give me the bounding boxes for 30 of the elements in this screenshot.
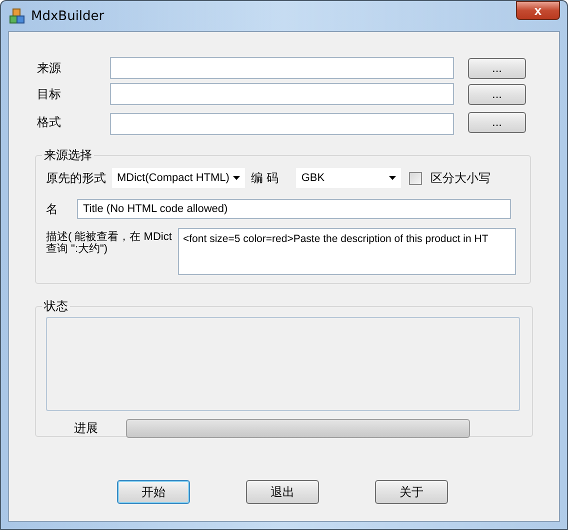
input-field[interactable] <box>110 57 454 79</box>
dialog-button[interactable]: 关于 <box>375 480 448 504</box>
browse-button[interactable]: ... <box>468 84 526 104</box>
browse-button[interactable]: ... <box>468 112 526 132</box>
dropdown-arrow-icon <box>389 176 396 180</box>
dialog-button[interactable]: 退出 <box>246 480 319 504</box>
input-field[interactable] <box>110 113 454 135</box>
close-button[interactable]: x <box>516 1 560 20</box>
field-label: 目标 <box>37 86 62 102</box>
dropdown-arrow-icon <box>233 176 240 180</box>
dialog-button[interactable]: 开始 <box>117 480 190 504</box>
window-title: MdxBuilder <box>31 8 104 24</box>
field-label: 来源 <box>37 60 62 76</box>
progress-label: 进展 <box>74 420 98 437</box>
blocks-icon <box>9 8 25 24</box>
encoding-dropdown[interactable]: GBK <box>296 168 402 188</box>
description-label: 描述( 能被查看，在 MDict查询 ":大约") <box>46 231 173 255</box>
format-dropdown[interactable]: MDict(Compact HTML) <box>112 168 245 188</box>
group-title: 来源选择 <box>43 147 93 164</box>
name-field[interactable]: Title (No HTML code allowed) <box>77 199 511 219</box>
field-label: 格式 <box>37 114 62 130</box>
name-label: 名 <box>46 200 59 218</box>
group-title: 状态 <box>43 298 69 315</box>
input-field[interactable] <box>110 83 454 105</box>
encoding-label: 编 码 <box>251 170 278 186</box>
description-field[interactable]: <font size=5 color=red>Paste the description of this product in HT <box>178 228 516 275</box>
checkbox[interactable] <box>409 172 422 184</box>
browse-button[interactable]: ... <box>468 58 526 78</box>
checkbox-label: 区分大小写 <box>430 170 490 186</box>
format-label: 原先的形式 <box>46 170 106 186</box>
